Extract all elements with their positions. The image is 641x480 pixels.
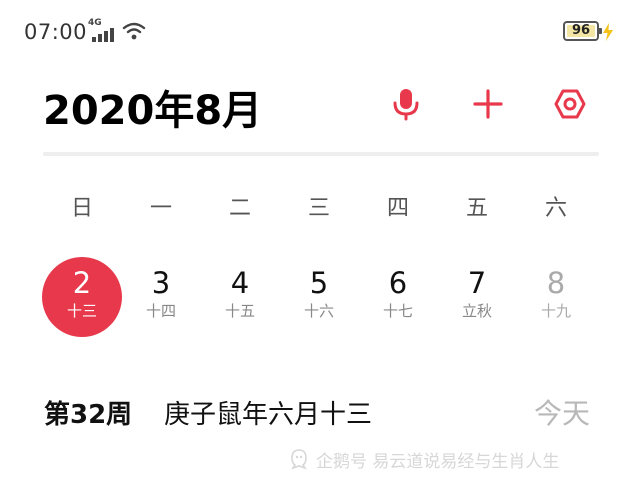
day-cell-next-month[interactable]: 8 十九	[516, 257, 596, 339]
bolt-icon	[603, 23, 613, 41]
wifi-icon	[122, 22, 146, 40]
day-number: 6	[388, 266, 408, 300]
today-button[interactable]: 今天	[534, 392, 590, 432]
day-cell[interactable]: 5 十六	[279, 257, 359, 339]
cellular-signal-icon: 4G	[88, 18, 114, 42]
day-cell[interactable]: 6 十七	[358, 257, 438, 339]
add-event-button[interactable]	[466, 82, 510, 126]
day-number: 8	[546, 266, 566, 300]
watermark: 企鹅号 易云道说易经与生肖人生	[288, 444, 559, 474]
day-lunar-label: 立秋	[461, 302, 492, 320]
settings-icon	[554, 89, 586, 119]
battery-icon: 96	[563, 21, 602, 41]
weekday-mon: 一	[149, 196, 172, 221]
weekday-wed: 三	[307, 196, 330, 221]
weekday-sat: 六	[544, 196, 567, 221]
weekday-sun: 日	[70, 196, 93, 221]
selected-date-info: 第32周 庚子鼠年六月十三 今天	[0, 390, 641, 440]
day-cell[interactable]: 7 立秋	[437, 257, 517, 339]
day-lunar-label: 十六	[303, 302, 334, 320]
calendar-header: 2020年8月	[0, 64, 641, 144]
day-number: 5	[309, 266, 329, 300]
day-number: 2	[72, 266, 92, 300]
voice-input-button[interactable]	[384, 82, 428, 126]
day-number: 7	[467, 266, 487, 300]
month-title[interactable]: 2020年8月	[43, 78, 262, 136]
day-lunar-label: 十九	[540, 302, 571, 320]
day-cell[interactable]: 3 十四	[121, 257, 201, 339]
day-lunar-label: 十三	[66, 302, 97, 320]
watermark-text: 企鹅号 易云道说易经与生肖人生	[316, 451, 560, 472]
day-lunar-label: 十四	[145, 302, 176, 320]
day-cell-selected[interactable]: 2 十三	[42, 257, 122, 339]
status-bar: 07:00 4G 96	[0, 0, 641, 64]
week-number-label: 第32周	[44, 400, 133, 430]
weekday-fri: 五	[465, 196, 488, 221]
calendar-app-screen: 07:00 4G 96 2020年8月 日 一 二 三 四 五 六 2 十三 3…	[0, 0, 641, 480]
day-number: 3	[151, 266, 171, 300]
day-number: 4	[230, 266, 250, 300]
day-lunar-label: 十七	[382, 302, 413, 320]
weekday-tue: 二	[228, 196, 251, 221]
day-lunar-label: 十五	[224, 302, 255, 320]
microphone-icon	[393, 89, 419, 121]
week-dates-row: 2 十三 3 十四 4 十五 5 十六 6 十七 7 立秋 8 十九	[0, 257, 641, 339]
header-divider	[43, 152, 599, 156]
settings-button[interactable]	[548, 82, 592, 126]
penguin-logo-icon	[291, 449, 307, 470]
weekday-header: 日 一 二 三 四 五 六	[0, 190, 641, 226]
plus-icon	[473, 89, 503, 119]
status-time: 07:00	[24, 20, 88, 44]
battery-level: 96	[567, 24, 595, 37]
lunar-date-label: 庚子鼠年六月十三	[164, 400, 373, 430]
weekday-thu: 四	[386, 196, 409, 221]
network-type-label: 4G	[88, 18, 102, 28]
day-cell[interactable]: 4 十五	[200, 257, 280, 339]
